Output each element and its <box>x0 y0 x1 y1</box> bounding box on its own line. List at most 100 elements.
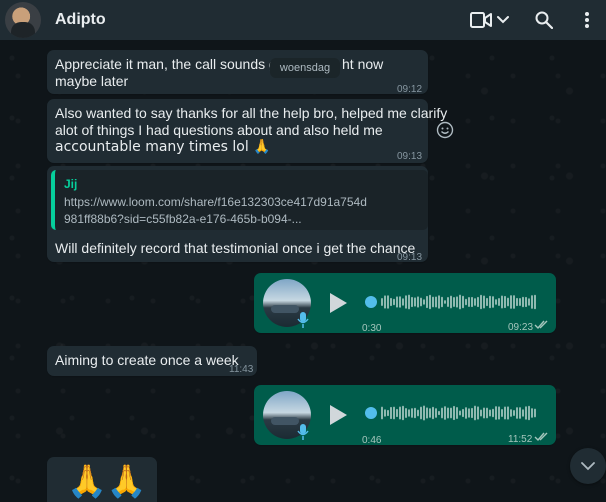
search-icon[interactable] <box>535 11 553 29</box>
waveform-bar <box>441 407 443 419</box>
waveform-bar <box>450 407 452 419</box>
waveform-bar <box>429 294 431 310</box>
waveform-bar <box>468 408 470 418</box>
react-emoji-icon[interactable] <box>436 121 454 139</box>
read-ticks-icon <box>534 320 548 330</box>
chevron-down-icon[interactable] <box>496 15 510 25</box>
waveform-bar <box>513 409 515 417</box>
waveform-bar <box>426 407 428 419</box>
waveform-bar <box>393 298 395 306</box>
waveform-bar <box>453 405 455 421</box>
waveform-bar <box>381 298 383 306</box>
waveform-bar <box>432 406 434 420</box>
microphone-icon <box>297 424 309 440</box>
waveform-bar <box>534 294 536 310</box>
waveform-bar <box>492 296 494 308</box>
message-time: 11:43 <box>229 364 254 375</box>
waveform-bar <box>411 296 413 308</box>
waveform-bar <box>399 406 401 420</box>
message-time: 09:13 <box>397 151 423 162</box>
more-options-icon[interactable] <box>583 11 591 29</box>
waveform-bar <box>531 408 533 418</box>
waveform-bar <box>495 299 497 305</box>
waveform-bar <box>405 295 407 309</box>
waveform-bar <box>438 410 440 416</box>
message-time: 09:23 <box>508 322 534 333</box>
waveform-bar <box>531 295 533 309</box>
voice-waveform[interactable] <box>365 403 540 423</box>
waveform-bar <box>459 410 461 416</box>
date-chip: woensdag <box>270 58 340 78</box>
quote-author: Jij <box>64 177 78 191</box>
waveform-bar <box>516 297 518 307</box>
waveform-bar <box>474 405 476 421</box>
waveform-bar <box>471 407 473 419</box>
message-text: Appreciate it man, the call sounds goo <box>55 56 293 72</box>
waveform-bar <box>465 298 467 306</box>
waveform-bar <box>519 407 521 419</box>
incoming-message[interactable]: Aiming to create once a week 11:43 <box>47 346 257 376</box>
incoming-emoji-message[interactable]: 🙏🙏 <box>47 457 157 502</box>
outgoing-voice-message[interactable]: 0:30 09:23 <box>254 273 556 334</box>
waveform-bar <box>510 409 512 417</box>
waveform-bar <box>444 406 446 420</box>
waveform-bar <box>507 297 509 307</box>
waveform-bar <box>414 407 416 419</box>
message-time: 11:52 <box>508 434 533 445</box>
waveform-bar <box>456 406 458 420</box>
quote-text: 981ff88b6?sid=c55fb82a-e176-465b-b094-..… <box>64 212 302 226</box>
play-icon[interactable] <box>328 292 348 314</box>
waveform-bar <box>534 408 536 418</box>
message-text: ht now <box>342 56 384 72</box>
message-text: Also wanted to say thanks for all the he… <box>55 105 448 121</box>
waveform-bar <box>432 296 434 308</box>
message-text: alot of things I had questions about and… <box>55 122 383 138</box>
waveform-bar <box>390 297 392 307</box>
waveform-bar <box>486 297 488 307</box>
video-call-icon[interactable] <box>470 11 492 29</box>
waveform-bar <box>501 409 503 417</box>
incoming-message[interactable]: Appreciate it man, the call sounds goo h… <box>47 50 428 95</box>
message-time: 09:13 <box>397 252 423 263</box>
quoted-message[interactable]: Jij https://www.loom.com/share/f16e13230… <box>51 170 428 230</box>
waveform-bar <box>498 406 500 420</box>
waveform-bar <box>522 409 524 417</box>
waveform-bar <box>402 298 404 306</box>
scroll-to-bottom-button[interactable] <box>570 448 606 484</box>
voice-waveform[interactable] <box>365 292 540 312</box>
waveform-bar <box>408 409 410 417</box>
voice-duration: 0:30 <box>362 323 382 334</box>
waveform-bar <box>480 409 482 417</box>
waveform-bar <box>387 409 389 417</box>
waveform-bar <box>504 295 506 309</box>
waveform-bar <box>426 295 428 309</box>
message-text: accountable many times lol 🙏 <box>55 139 271 155</box>
waveform-bar <box>447 296 449 308</box>
waveform-bar <box>441 296 443 308</box>
contact-avatar[interactable] <box>5 2 41 38</box>
waveform-bar <box>435 408 437 418</box>
waveform-bar <box>444 300 446 304</box>
chat-header: Adipto <box>0 0 606 40</box>
microphone-icon <box>297 312 309 328</box>
waveform-bar <box>396 408 398 418</box>
waveform-bar <box>381 406 383 420</box>
waveform-bar <box>477 296 479 308</box>
play-icon[interactable] <box>328 404 348 426</box>
waveform-bar <box>528 298 530 306</box>
waveform-bar <box>417 296 419 308</box>
waveform-bar <box>417 409 419 417</box>
incoming-message[interactable]: Also wanted to say thanks for all the he… <box>47 99 447 163</box>
waveform-bar <box>477 406 479 420</box>
incoming-message[interactable]: Jij https://www.loom.com/share/f16e13230… <box>47 166 428 263</box>
waveform-bar <box>510 295 512 309</box>
waveform-bar <box>504 406 506 420</box>
waveform-bar <box>513 295 515 309</box>
waveform-bar <box>486 407 488 419</box>
waveform-bar <box>411 408 413 418</box>
quote-text: https://www.loom.com/share/f16e132303ce4… <box>64 195 367 209</box>
voice-duration: 0:46 <box>362 435 382 446</box>
waveform-bar <box>525 296 527 308</box>
contact-name[interactable]: Adipto <box>55 11 106 29</box>
outgoing-voice-message[interactable]: 0:46 11:52 <box>254 385 556 446</box>
